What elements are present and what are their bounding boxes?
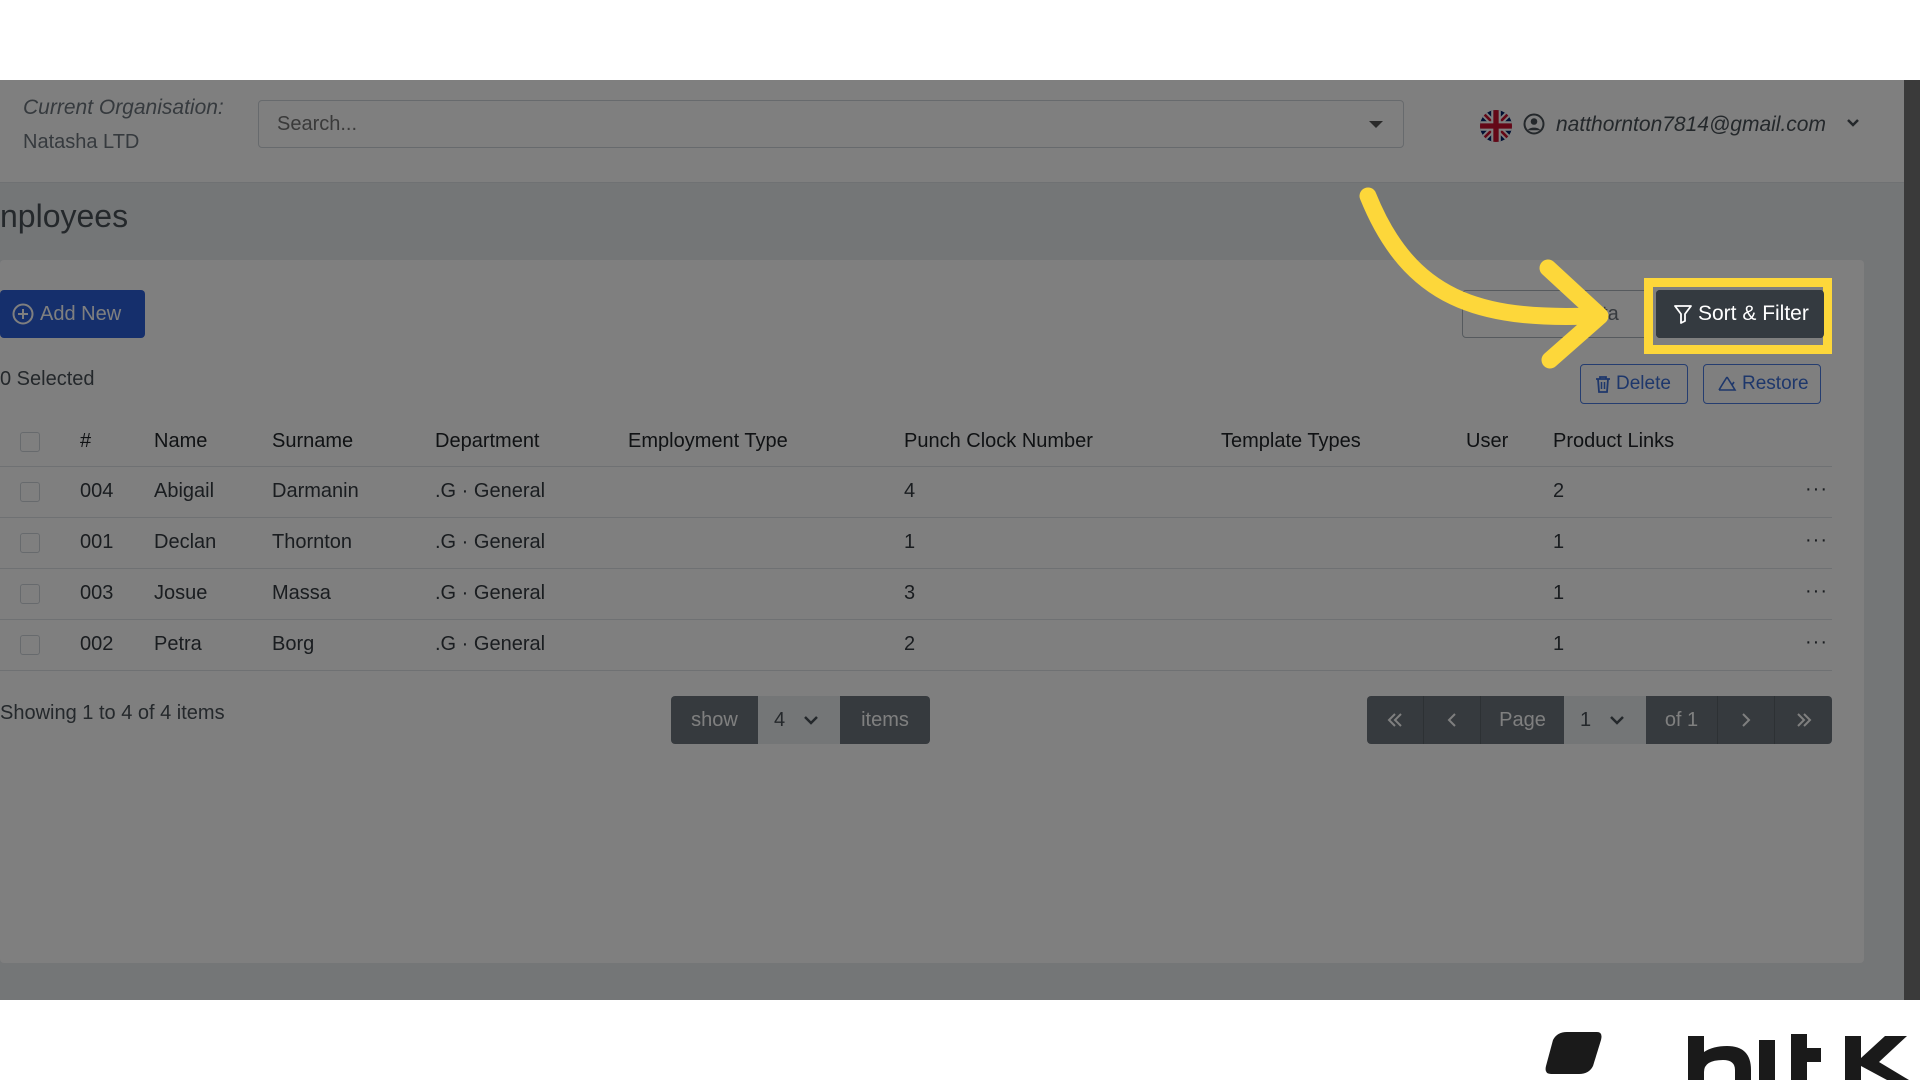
org-label: Current Organisation: bbox=[23, 96, 224, 119]
sort-filter-button[interactable]: Sort & Filter bbox=[1656, 290, 1824, 338]
next-page-button[interactable] bbox=[1718, 696, 1775, 744]
column-header-template-types[interactable]: Template Types bbox=[1221, 430, 1361, 453]
delete-label: Delete bbox=[1616, 373, 1671, 394]
cell-punch: 2 bbox=[904, 633, 916, 655]
cell-links: 1 bbox=[1553, 582, 1565, 604]
cell-department: .G · General bbox=[435, 582, 546, 604]
of-pages-label: of 1 bbox=[1646, 696, 1718, 744]
cell-surname: Darmanin bbox=[272, 480, 359, 502]
add-new-label: Add New bbox=[40, 302, 122, 325]
cell-name: Abigail bbox=[154, 480, 215, 502]
right-edge-bar bbox=[1904, 80, 1920, 1000]
sort-filter-label: Sort & Filter bbox=[1698, 302, 1809, 325]
prev-page-button[interactable] bbox=[1424, 696, 1481, 744]
chevron-down-icon bbox=[804, 716, 819, 725]
row-checkbox[interactable] bbox=[20, 635, 40, 655]
cell-department: .G · General bbox=[435, 633, 546, 655]
export-data-label: ata bbox=[1591, 302, 1619, 325]
double-chevron-left-icon bbox=[1387, 713, 1402, 727]
cell-name: Petra bbox=[154, 633, 202, 655]
brand-logo bbox=[1545, 1032, 1909, 1080]
cell-links: 1 bbox=[1553, 531, 1565, 553]
page-label: Page bbox=[1481, 696, 1564, 744]
app-frame: Current Organisation: Natasha LTD nattho… bbox=[0, 80, 1904, 1000]
row-checkbox[interactable] bbox=[20, 533, 40, 553]
restore-button[interactable]: Restore bbox=[1703, 364, 1821, 404]
double-chevron-right-icon bbox=[1796, 713, 1811, 727]
plus-circle-icon bbox=[12, 303, 34, 325]
delete-button[interactable]: Delete bbox=[1580, 364, 1688, 404]
column-header-punch-clock[interactable]: Punch Clock Number bbox=[904, 430, 1093, 453]
page-size-select[interactable]: 4 bbox=[758, 696, 840, 744]
cell-links: 2 bbox=[1553, 480, 1565, 502]
column-header-employment-type[interactable]: Employment Type bbox=[628, 430, 788, 453]
column-header-user[interactable]: User bbox=[1466, 430, 1508, 453]
cell-id: 002 bbox=[80, 633, 114, 655]
chevron-right-icon bbox=[1742, 713, 1751, 727]
page-size-value: 4 bbox=[774, 708, 786, 731]
select-all-checkbox[interactable] bbox=[20, 432, 40, 452]
row-divider bbox=[0, 619, 1832, 620]
row-checkbox[interactable] bbox=[20, 482, 40, 502]
user-circle-icon[interactable] bbox=[1523, 113, 1545, 135]
row-divider bbox=[0, 517, 1832, 518]
cell-links: 1 bbox=[1553, 633, 1565, 655]
cell-name: Josue bbox=[154, 582, 208, 604]
cell-surname: Borg bbox=[272, 633, 315, 655]
restore-label: Restore bbox=[1742, 373, 1809, 394]
cell-punch: 3 bbox=[904, 582, 916, 604]
column-header-surname[interactable]: Surname bbox=[272, 430, 353, 453]
header-divider bbox=[0, 466, 1832, 467]
caret-down-icon[interactable] bbox=[1369, 121, 1383, 128]
cell-department: .G · General bbox=[435, 480, 546, 502]
more-icon[interactable]: ··· bbox=[1805, 631, 1828, 654]
recycle-icon bbox=[1718, 376, 1737, 391]
cell-surname: Massa bbox=[272, 582, 331, 604]
showing-text: Showing 1 to 4 of 4 items bbox=[0, 702, 225, 724]
page-select[interactable]: 1 bbox=[1564, 696, 1646, 744]
uk-flag-icon[interactable] bbox=[1480, 110, 1512, 142]
more-icon[interactable]: ··· bbox=[1805, 478, 1828, 501]
trash-icon bbox=[1596, 376, 1610, 393]
page-size-control: show 4 items bbox=[671, 696, 930, 744]
column-header-product-links[interactable]: Product Links bbox=[1553, 430, 1674, 453]
selected-count: 0 Selected bbox=[0, 368, 95, 390]
row-divider bbox=[0, 670, 1832, 671]
cell-name: Declan bbox=[154, 531, 217, 553]
column-header-name[interactable]: Name bbox=[154, 430, 207, 453]
search-input[interactable] bbox=[275, 112, 1339, 137]
org-value: Natasha LTD bbox=[23, 131, 140, 153]
more-icon[interactable]: ··· bbox=[1805, 529, 1828, 552]
pagination: Page 1 of 1 bbox=[1367, 696, 1832, 744]
more-icon[interactable]: ··· bbox=[1805, 580, 1828, 603]
cell-department: .G · General bbox=[435, 531, 546, 553]
chevron-down-icon bbox=[1610, 716, 1625, 725]
cell-surname: Thornton bbox=[272, 531, 353, 553]
column-header-id[interactable]: # bbox=[80, 430, 91, 453]
user-email[interactable]: natthornton7814@gmail.com bbox=[1556, 113, 1826, 137]
cell-punch: 1 bbox=[904, 531, 916, 553]
chevron-left-icon bbox=[1447, 713, 1456, 727]
first-page-button[interactable] bbox=[1367, 696, 1424, 744]
export-data-button[interactable]: ata bbox=[1462, 290, 1652, 338]
last-page-button[interactable] bbox=[1775, 696, 1832, 744]
items-label: items bbox=[840, 696, 930, 744]
cell-id: 003 bbox=[80, 582, 114, 604]
cell-id: 001 bbox=[80, 531, 114, 553]
row-divider bbox=[0, 568, 1832, 569]
chevron-down-icon[interactable] bbox=[1846, 118, 1860, 128]
page-value: 1 bbox=[1580, 708, 1592, 731]
cell-punch: 4 bbox=[904, 480, 916, 502]
cell-id: 004 bbox=[80, 480, 114, 502]
row-checkbox[interactable] bbox=[20, 584, 40, 604]
org-search-select[interactable] bbox=[258, 100, 1404, 148]
show-label: show bbox=[671, 696, 758, 744]
top-bar: Current Organisation: Natasha LTD nattho… bbox=[0, 80, 1904, 183]
page-title: nployees bbox=[0, 198, 129, 234]
add-new-button[interactable]: Add New bbox=[0, 290, 145, 338]
filter-icon bbox=[1674, 305, 1692, 324]
column-header-department[interactable]: Department bbox=[435, 430, 540, 453]
